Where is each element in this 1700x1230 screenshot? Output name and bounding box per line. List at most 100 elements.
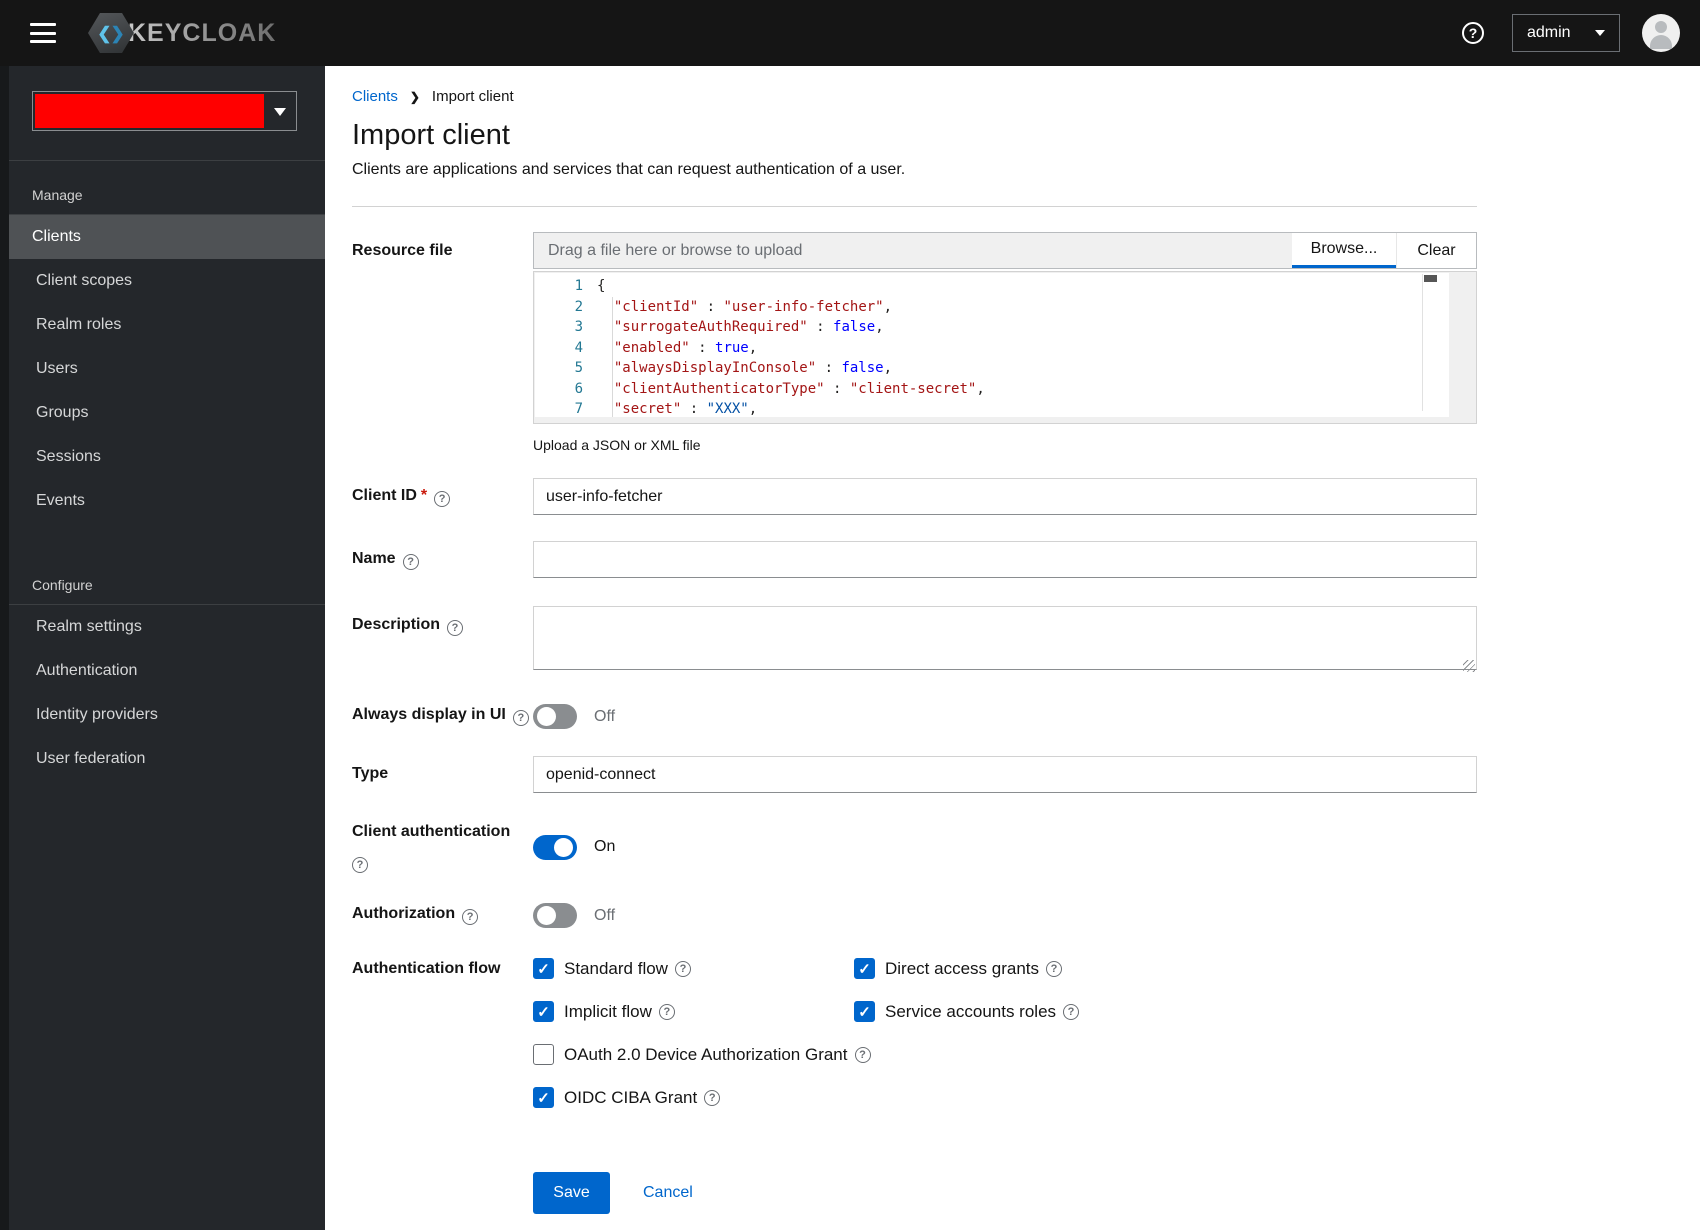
client-authentication-toggle[interactable] [533,834,577,860]
page-subtitle: Clients are applications and services th… [352,161,906,178]
client-id-label: Client ID [352,487,417,504]
description-textarea[interactable] [533,606,1477,670]
question-circle-icon[interactable]: ? [1462,22,1484,44]
help-icon[interactable]: ? [704,1089,721,1106]
line-number: 6 [574,380,583,397]
help-icon[interactable]: ? [1063,1003,1080,1020]
authorization-label: Authorization [352,905,456,922]
save-button[interactable]: Save [533,1172,610,1214]
authentication-flow-label: Authentication flow [352,960,501,977]
code-line-1: 1{ [535,276,1449,297]
help-icon[interactable]: ? [854,1046,871,1063]
file-upload-control: Drag a file here or browse to upload Bro… [533,232,1477,269]
checkbox-checked-icon[interactable]: ✓ [533,1001,554,1022]
sidebar-item-groups[interactable]: Groups [0,391,325,435]
user-avatar-icon[interactable] [1642,14,1680,52]
upload-helper-text: Upload a JSON or XML file [533,437,701,453]
help-icon[interactable]: ? [1046,960,1062,977]
checkbox-implicit-flow[interactable]: ✓ Implicit flow? [533,1001,854,1022]
client-id-input[interactable] [533,478,1477,515]
line-number: 7 [574,401,583,417]
editor-scrollbar-thumb[interactable] [1424,275,1437,282]
code-line-2: 2 "clientId" : "user-info-fetcher", [535,297,1449,318]
code-line-7: 7 "secret" : "XXX", [535,399,1449,417]
help-icon[interactable]: ? [434,491,451,507]
authorization-toggle[interactable] [533,903,577,928]
sidebar-item-events[interactable]: Events [0,479,325,523]
indent-guide [612,297,613,417]
json-code-editor[interactable]: 1{2 "clientId" : "user-info-fetcher", 3 "… [533,271,1477,424]
chevron-right-icon: ❯ [409,89,420,104]
description-label: Description [352,616,441,633]
help-icon[interactable]: ? [352,857,368,873]
checkbox-label: Service accounts roles [885,1001,1057,1021]
resize-grip[interactable] [1463,660,1475,672]
sidebar-item-realm-roles[interactable]: Realm roles [0,303,325,347]
checkbox-service-accounts-roles[interactable]: ✓ Service accounts roles? [854,1001,1477,1022]
sidebar-item-client-scopes[interactable]: Client scopes [0,259,325,303]
code-line-5: 5 "alwaysDisplayInConsole" : false, [535,358,1449,379]
line-number: 3 [574,319,583,335]
name-input[interactable] [533,541,1477,578]
section-divider [352,206,1477,207]
page-title: Import client [352,119,510,151]
client-authentication-state: On [594,838,616,855]
nav-section-configure: Configure [0,551,325,605]
checkbox-checked-icon[interactable]: ✓ [533,958,554,979]
name-label: Name [352,550,396,567]
sidebar-item-sessions[interactable]: Sessions [0,435,325,479]
masthead: ❮ ❯ KEYCLOAK ? admin [0,0,1700,66]
checkbox-standard-flow[interactable]: ✓ Standard flow? [533,958,854,979]
sidebar-item-clients[interactable]: Clients [0,215,325,259]
checkbox-label: Direct access grants [885,958,1039,978]
clear-button[interactable]: Clear [1396,233,1476,268]
nav-section-manage: Manage [0,161,325,215]
editor-scrollbar[interactable] [1422,274,1438,411]
sidebar-edge [0,66,9,1230]
sidebar-item-identity-providers[interactable]: Identity providers [0,693,325,737]
realm-selector[interactable] [32,91,297,131]
file-drop-zone[interactable]: Drag a file here or browse to upload [534,233,1292,268]
help-icon[interactable]: ? [674,960,691,977]
always-display-toggle[interactable] [533,704,577,729]
checkbox-checked-icon[interactable]: ✓ [533,1087,554,1108]
checkbox-oidc-ciba-grant[interactable]: ✓ OIDC CIBA Grant? [533,1087,1477,1108]
user-menu-label: admin [1527,24,1571,41]
always-display-state: Off [594,707,616,725]
client-authentication-label: Client authentication [352,823,511,840]
sidebar-item-users[interactable]: Users [0,347,325,391]
authorization-state: Off [594,906,616,924]
sidebar-item-realm-settings[interactable]: Realm settings [0,605,325,649]
caret-down-icon [1595,30,1605,36]
type-input[interactable] [533,756,1477,793]
cancel-link[interactable]: Cancel [643,1184,693,1202]
code-line-4: 4 "enabled" : true, [535,338,1449,359]
checkbox-unchecked-icon[interactable] [533,1044,554,1065]
hamburger-icon[interactable] [30,23,56,43]
browse-button[interactable]: Browse... [1292,233,1396,268]
checkbox-direct-access-grants[interactable]: ✓ Direct access grants? [854,958,1477,979]
sidebar-nav: Manage Clients Client scopes Realm roles Use… [0,66,325,1230]
checkbox-checked-icon[interactable]: ✓ [854,1001,875,1022]
required-asterisk: * [420,487,428,504]
help-icon[interactable]: ? [512,710,529,726]
help-icon[interactable]: ? [462,909,479,925]
line-number: 4 [574,339,583,356]
sidebar-item-user-federation[interactable]: User federation [0,737,325,781]
help-icon[interactable]: ? [402,554,419,570]
help-icon[interactable]: ? [447,620,464,636]
type-label: Type [352,765,389,782]
sidebar-item-authentication[interactable]: Authentication [0,649,325,693]
keycloak-logo[interactable]: ❮ ❯ KEYCLOAK [88,13,276,53]
realm-selector-block [0,66,325,161]
file-drop-placeholder: Drag a file here or browse to upload [548,241,803,259]
breadcrumb-current: Import client [431,88,514,105]
checkbox-oauth-2-0-device-authorization-grant[interactable]: OAuth 2.0 Device Authorization Grant? [533,1044,1477,1065]
checkbox-checked-icon[interactable]: ✓ [854,958,875,979]
help-icon[interactable]: ? [658,1003,675,1020]
line-number: 1 [574,278,583,294]
caret-down-icon [274,108,286,116]
breadcrumb-clients-link[interactable]: Clients [352,88,398,105]
user-menu-dropdown[interactable]: admin [1512,14,1620,52]
brand-text: KEYCLOAK [128,18,277,47]
